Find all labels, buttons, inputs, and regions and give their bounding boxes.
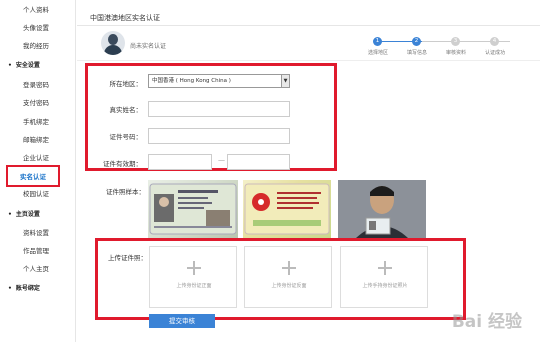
section-label: 账号绑定 <box>15 285 40 292</box>
upload-hint: 上传手持身份证照片 <box>362 283 408 289</box>
region-select[interactable]: 中国香港 ( Hong Kong China ) ▼ <box>148 74 290 88</box>
real-name-input[interactable] <box>148 101 290 117</box>
step-4-label: 认证成功 <box>484 50 505 56</box>
page-title: 中国港澳地区实名认证 <box>90 14 160 22</box>
bullet-icon: • <box>8 211 12 218</box>
step-3-marker: 3 <box>451 37 460 46</box>
sidebar-item-profile[interactable]: 个人资料 <box>0 5 72 15</box>
progress-steps: 1 2 3 4 选择地区 填写信息 审核资料 认证成功 <box>368 33 522 57</box>
sidebar: 个人资料 头像设置 我的经历 • 安全设置 登录密码 支付密码 手机绑定 邮箱绑定… <box>0 0 76 342</box>
section-label: 安全设置 <box>15 62 40 69</box>
upload-hint: 上传身份证反面 <box>271 283 307 289</box>
avatar <box>101 31 125 55</box>
sample-id-front-image <box>148 180 238 238</box>
plus-icon <box>187 261 201 275</box>
upload-id-back-button[interactable]: 上传身份证反面 <box>244 246 332 308</box>
sidebar-item-avatar[interactable]: 头像设置 <box>0 23 72 33</box>
sidebar-item-enterprise-auth[interactable]: 企业认证 <box>0 153 72 163</box>
sidebar-item-phone-binding[interactable]: 手机绑定 <box>0 117 72 127</box>
user-status-row: 尚未实名认证 1 2 3 4 选择地区 填写信息 审核资料 认证成功 <box>77 27 540 61</box>
date-separator: — <box>218 156 225 164</box>
sidebar-item-login-password[interactable]: 登录密码 <box>0 80 72 90</box>
sidebar-item-experience[interactable]: 我的经历 <box>0 41 72 51</box>
step-2-label: 填写信息 <box>406 50 427 56</box>
id-number-input[interactable] <box>148 128 290 144</box>
region-value: 中国香港 ( Hong Kong China ) <box>152 78 231 84</box>
id-number-label: 证件号码： <box>109 133 143 141</box>
section-label: 主页设置 <box>15 211 40 218</box>
sidebar-section-home[interactable]: • 主页设置 <box>8 209 44 220</box>
sidebar-item-works[interactable]: 作品管理 <box>0 246 72 256</box>
bullet-icon: • <box>8 62 12 69</box>
validity-label: 证件有效期： <box>103 160 142 168</box>
sidebar-item-campus-auth[interactable]: 校园认证 <box>0 189 72 199</box>
validity-start-input[interactable] <box>148 154 212 170</box>
submit-button[interactable]: 提交审核 <box>149 314 215 328</box>
region-label: 所在地区： <box>109 80 143 88</box>
upload-holding-id-button[interactable]: 上传手持身份证照片 <box>340 246 428 308</box>
sidebar-section-security[interactable]: • 安全设置 <box>8 60 44 71</box>
dropdown-arrow-icon[interactable]: ▼ <box>281 75 289 87</box>
sidebar-section-account[interactable]: • 账号绑定 <box>8 283 44 294</box>
watermark: Bai 经验 <box>451 312 522 332</box>
sidebar-item-profile-settings[interactable]: 资料设置 <box>0 228 72 238</box>
sidebar-item-email-binding[interactable]: 邮箱绑定 <box>0 135 72 145</box>
validity-end-input[interactable] <box>227 154 290 170</box>
plus-icon <box>282 261 296 275</box>
step-1-marker: 1 <box>373 37 382 46</box>
sidebar-item-homepage[interactable]: 个人主页 <box>0 264 72 274</box>
upload-label: 上传证件照： <box>108 254 147 262</box>
plus-icon <box>378 261 392 275</box>
sample-holding-id-image <box>338 180 426 238</box>
upload-hint: 上传身份证正面 <box>176 283 212 289</box>
sidebar-item-realname-auth[interactable]: 实名认证 <box>0 171 66 181</box>
upload-id-front-button[interactable]: 上传身份证正面 <box>149 246 237 308</box>
page-header: 中国港澳地区实名认证 <box>77 0 540 26</box>
verification-status: 尚未实名认证 <box>130 43 167 50</box>
step-3-label: 审核资料 <box>445 50 466 56</box>
step-1-label: 选择地区 <box>367 50 388 56</box>
bullet-icon: • <box>8 285 12 292</box>
step-2-marker: 2 <box>412 37 421 46</box>
step-4-marker: 4 <box>490 37 499 46</box>
sample-id-back-image <box>243 180 331 238</box>
real-name-label: 真实姓名： <box>109 106 143 114</box>
samples-label: 证件照样本： <box>106 188 145 196</box>
sidebar-item-pay-password[interactable]: 支付密码 <box>0 98 72 108</box>
